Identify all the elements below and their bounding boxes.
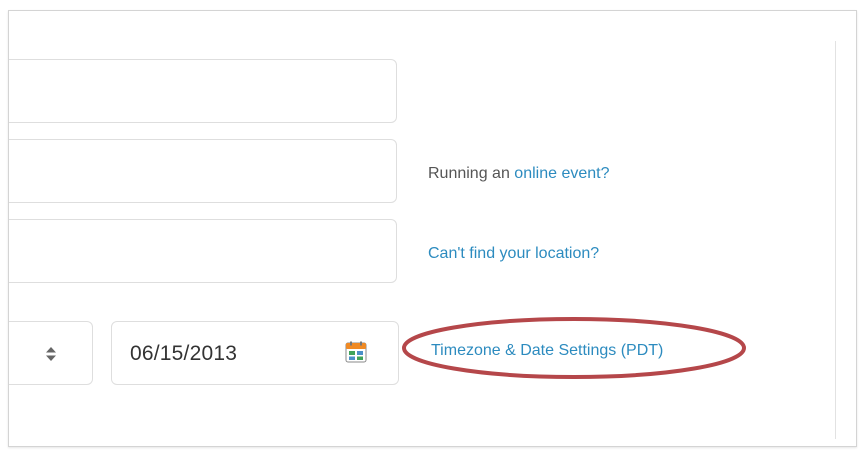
page: Running an online event? Can't find your…	[0, 0, 865, 457]
online-event-link[interactable]: online event?	[514, 165, 609, 182]
online-event-prefix: Running an	[428, 165, 515, 182]
event-title-input[interactable]	[9, 59, 397, 123]
event-address-input[interactable]	[9, 219, 397, 283]
start-date-value: 06/15/2013	[130, 342, 238, 365]
event-form-panel: Running an online event? Can't find your…	[8, 10, 857, 447]
up-down-stepper-icon[interactable]	[45, 346, 57, 362]
event-location-input[interactable]	[9, 139, 397, 203]
location-help: Can't find your location?	[428, 245, 599, 263]
timezone-help: Timezone & Date Settings (PDT)	[431, 342, 663, 360]
start-date-input[interactable]: 06/15/2013	[111, 321, 399, 385]
timezone-date-settings-link[interactable]: Timezone & Date Settings (PDT)	[431, 342, 663, 359]
right-divider	[835, 41, 836, 439]
online-event-help: Running an online event?	[428, 165, 609, 183]
calendar-icon[interactable]	[345, 341, 367, 363]
cant-find-location-link[interactable]: Can't find your location?	[428, 245, 599, 262]
time-select[interactable]	[9, 321, 93, 385]
